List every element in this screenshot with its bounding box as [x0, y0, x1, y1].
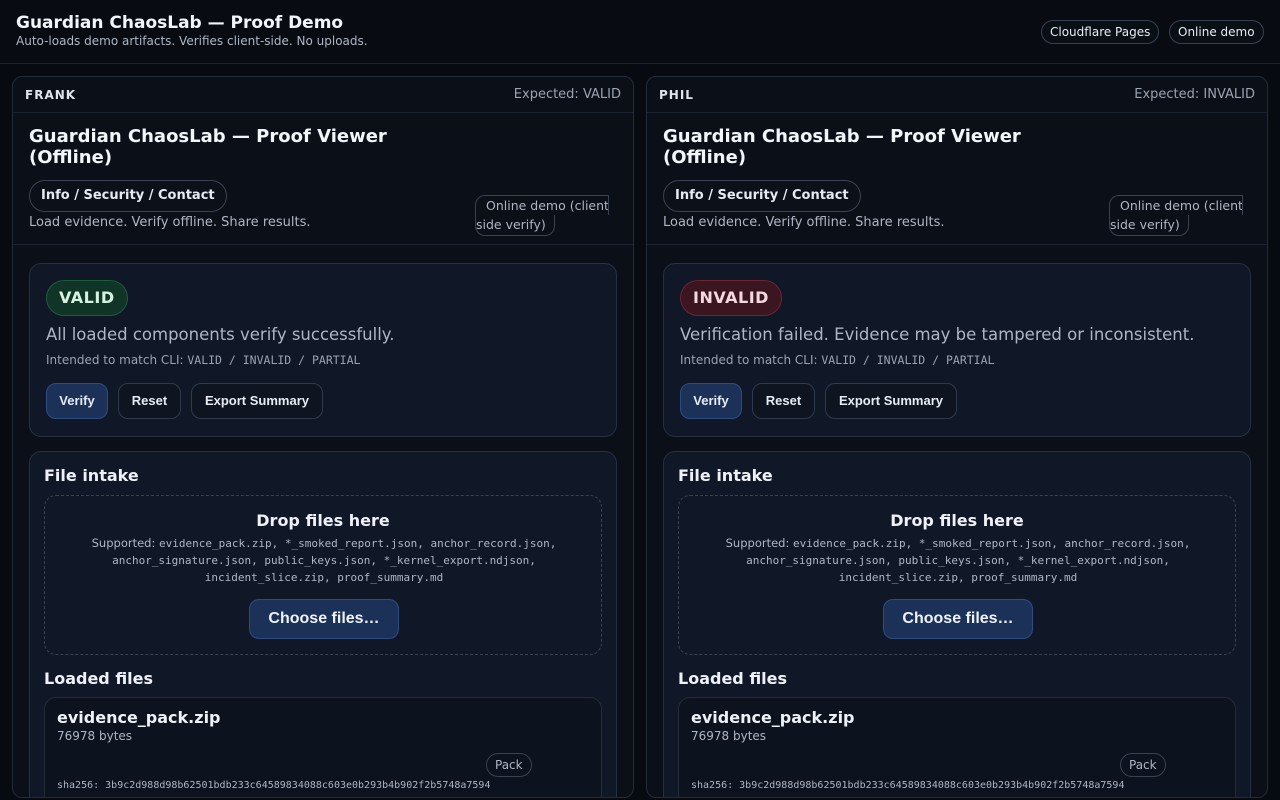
export-summary-button[interactable]: Export Summary [825, 383, 957, 419]
loaded-file-item: evidence_pack.zip 76978 bytes Pack sha25… [44, 697, 602, 797]
file-type-tag: Pack [1120, 753, 1166, 777]
file-type-tag: Pack [486, 753, 532, 777]
choose-files-button[interactable]: Choose files… [883, 599, 1033, 639]
dropzone-title: Drop files here [256, 511, 390, 530]
viewer-title: Guardian ChaosLab — Proof Viewer (Offlin… [29, 126, 387, 168]
loaded-files-title: Loaded files [678, 669, 788, 688]
cli-note-values: VALID / INVALID / PARTIAL [821, 353, 995, 367]
file-intake-card: File intake Drop files here Supported: e… [663, 451, 1251, 797]
status-badge: VALID [46, 280, 128, 316]
status-message: All loaded components verify successfull… [46, 325, 395, 344]
reset-button[interactable]: Reset [752, 383, 815, 419]
online-demo-chip-line2: side verify) [475, 215, 555, 236]
export-summary-button[interactable]: Export Summary [191, 383, 323, 419]
cli-note: Intended to match CLI: VALID / INVALID /… [46, 353, 360, 367]
panel-name: FRANK [25, 88, 77, 102]
supported-line2: anchor_signature.json, public_keys.json,… [112, 554, 536, 567]
panel-header: PHIL Expected: INVALID [647, 77, 1267, 113]
panel-phil: PHIL Expected: INVALID Guardian ChaosLab… [646, 76, 1268, 798]
cli-note: Intended to match CLI: VALID / INVALID /… [680, 353, 994, 367]
online-demo-chip[interactable]: Online demo (client- side verify) [475, 195, 609, 236]
supported-prefix: Supported: [91, 536, 159, 550]
supported-files-text: Supported: evidence_pack.zip, *_smoked_r… [709, 535, 1207, 586]
verify-button[interactable]: Verify [46, 383, 108, 419]
app-header: Guardian ChaosLab — Proof Demo Auto-load… [0, 0, 1280, 64]
supported-line3: incident_slice.zip, proof_summary.md [204, 571, 444, 584]
cli-note-prefix: Intended to match CLI: [46, 353, 188, 367]
reset-button[interactable]: Reset [118, 383, 181, 419]
panel-frank: FRANK Expected: VALID Guardian ChaosLab … [12, 76, 634, 798]
cloudflare-pages-link[interactable]: Cloudflare Pages [1041, 20, 1160, 44]
online-demo-chip[interactable]: Online demo (client- side verify) [1109, 195, 1243, 236]
file-size: 76978 bytes [57, 729, 133, 743]
status-message: Verification failed. Evidence may be tam… [680, 325, 1195, 344]
viewer-header: Guardian ChaosLab — Proof Viewer (Offlin… [647, 113, 1267, 245]
cli-note-values: VALID / INVALID / PARTIAL [187, 353, 361, 367]
supported-line1: evidence_pack.zip, *_smoked_report.json,… [793, 537, 1191, 550]
viewer-description: Load evidence. Verify offline. Share res… [29, 215, 311, 230]
panel-name: PHIL [659, 88, 694, 102]
dropzone[interactable]: Drop files here Supported: evidence_pack… [44, 495, 602, 655]
panel-expected: Expected: VALID [513, 87, 621, 102]
dropzone[interactable]: Drop files here Supported: evidence_pack… [678, 495, 1236, 655]
panel-header: FRANK Expected: VALID [13, 77, 633, 113]
choose-files-button[interactable]: Choose files… [249, 599, 399, 639]
file-hash: sha256: 3b9c2d988d98b62501bdb233c6458983… [57, 780, 491, 791]
online-demo-chip-line2: side verify) [1109, 215, 1189, 236]
viewer-header: Guardian ChaosLab — Proof Viewer (Offlin… [13, 113, 633, 245]
dropzone-title: Drop files here [890, 511, 1024, 530]
file-intake-title: File intake [678, 466, 773, 485]
file-hash: sha256: 3b9c2d988d98b62501bdb233c6458983… [691, 780, 1125, 791]
viewer-title: Guardian ChaosLab — Proof Viewer (Offlin… [663, 126, 1021, 168]
panel-expected: Expected: INVALID [1134, 87, 1255, 102]
file-name: evidence_pack.zip [691, 708, 855, 727]
file-name: evidence_pack.zip [57, 708, 221, 727]
viewer-description: Load evidence. Verify offline. Share res… [663, 215, 945, 230]
online-demo-link[interactable]: Online demo [1169, 20, 1264, 44]
file-intake-card: File intake Drop files here Supported: e… [29, 451, 617, 797]
file-intake-title: File intake [44, 466, 139, 485]
supported-prefix: Supported: [725, 536, 793, 550]
status-card: INVALID Verification failed. Evidence ma… [663, 263, 1251, 437]
supported-line2: anchor_signature.json, public_keys.json,… [746, 554, 1170, 567]
info-security-contact-button[interactable]: Info / Security / Contact [663, 180, 861, 212]
cli-note-prefix: Intended to match CLI: [680, 353, 822, 367]
supported-line1: evidence_pack.zip, *_smoked_report.json,… [159, 537, 557, 550]
verify-button[interactable]: Verify [680, 383, 742, 419]
loaded-file-item: evidence_pack.zip 76978 bytes Pack sha25… [678, 697, 1236, 797]
status-card: VALID All loaded components verify succe… [29, 263, 617, 437]
supported-line3: incident_slice.zip, proof_summary.md [838, 571, 1078, 584]
app-subtitle: Auto-loads demo artifacts. Verifies clie… [16, 34, 368, 48]
supported-files-text: Supported: evidence_pack.zip, *_smoked_r… [75, 535, 573, 586]
loaded-files-title: Loaded files [44, 669, 154, 688]
info-security-contact-button[interactable]: Info / Security / Contact [29, 180, 227, 212]
app-title: Guardian ChaosLab — Proof Demo [16, 13, 344, 33]
online-demo-chip-line1: Online demo (client- [1109, 195, 1243, 215]
status-badge: INVALID [680, 280, 782, 316]
online-demo-chip-line1: Online demo (client- [475, 195, 609, 215]
file-size: 76978 bytes [691, 729, 767, 743]
